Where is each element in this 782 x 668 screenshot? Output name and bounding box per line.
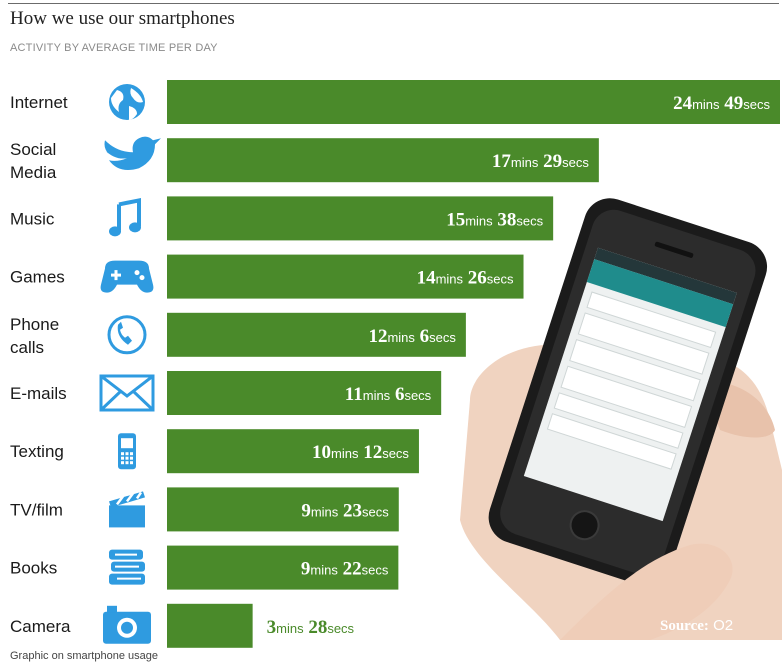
caption: Graphic on smartphone usage bbox=[10, 650, 158, 662]
bar-row: Games 14mins 26secs bbox=[10, 254, 524, 299]
category-label: Games bbox=[10, 268, 65, 287]
category-label: Camera bbox=[10, 617, 71, 636]
value-label: 9mins 22secs bbox=[301, 559, 389, 580]
source-note: Source: O2 bbox=[660, 617, 733, 635]
phone-icon bbox=[107, 315, 147, 355]
value-label: 10mins 12secs bbox=[312, 442, 409, 463]
value-label: 24mins 49secs bbox=[673, 93, 770, 114]
value-label: 12mins 6secs bbox=[368, 326, 456, 347]
bar-row: Internet 24mins 49secs bbox=[10, 80, 780, 124]
source-label: Source: bbox=[660, 618, 709, 634]
bar-row: Texting 10mins 12secs bbox=[10, 429, 419, 474]
value-label: 11mins 6secs bbox=[345, 384, 432, 405]
bar-row: Books 9mins 22secs bbox=[10, 545, 399, 590]
category-label: Music bbox=[10, 209, 55, 228]
books-icon bbox=[109, 549, 145, 585]
category-label: Books bbox=[10, 559, 57, 578]
bar-row: TV/film 9mins 23secs bbox=[10, 487, 399, 532]
bar-row: Phone calls 12mins 6secs bbox=[10, 312, 466, 357]
category-label: TV/film bbox=[10, 500, 63, 519]
category-label: Social Media bbox=[10, 140, 57, 182]
category-label: Texting bbox=[10, 442, 64, 461]
value-label: 15mins 38secs bbox=[446, 209, 543, 230]
bar-row: E-mails 11mins 6secs bbox=[10, 371, 442, 415]
music-note-icon bbox=[109, 197, 141, 237]
gamepad-icon bbox=[100, 260, 154, 293]
bar-row: Camera 3mins 28secs bbox=[10, 603, 355, 648]
source-name: O2 bbox=[713, 617, 734, 634]
bar-chart: Internet 24mins 49secs Social Media 17mins 2… bbox=[10, 80, 782, 648]
bar-row: Social Media 17mins 29secs bbox=[10, 136, 599, 183]
category-label: Internet bbox=[10, 93, 68, 112]
globe-icon bbox=[109, 84, 145, 120]
value-label: 14mins 26secs bbox=[417, 268, 514, 289]
value-label: 9mins 23secs bbox=[301, 500, 389, 521]
value-label: 17mins 29secs bbox=[492, 151, 589, 172]
clapperboard-icon bbox=[109, 491, 145, 528]
mobile-phone-icon bbox=[118, 433, 136, 470]
camera-icon bbox=[103, 605, 151, 644]
bar bbox=[167, 603, 253, 648]
bird-icon bbox=[104, 136, 161, 170]
category-label: Phone calls bbox=[10, 315, 59, 357]
category-label: E-mails bbox=[10, 384, 67, 403]
envelope-icon bbox=[99, 374, 155, 412]
bar-row: Music 15mins 38secs bbox=[10, 196, 554, 241]
value-label: 3mins 28secs bbox=[267, 617, 355, 638]
